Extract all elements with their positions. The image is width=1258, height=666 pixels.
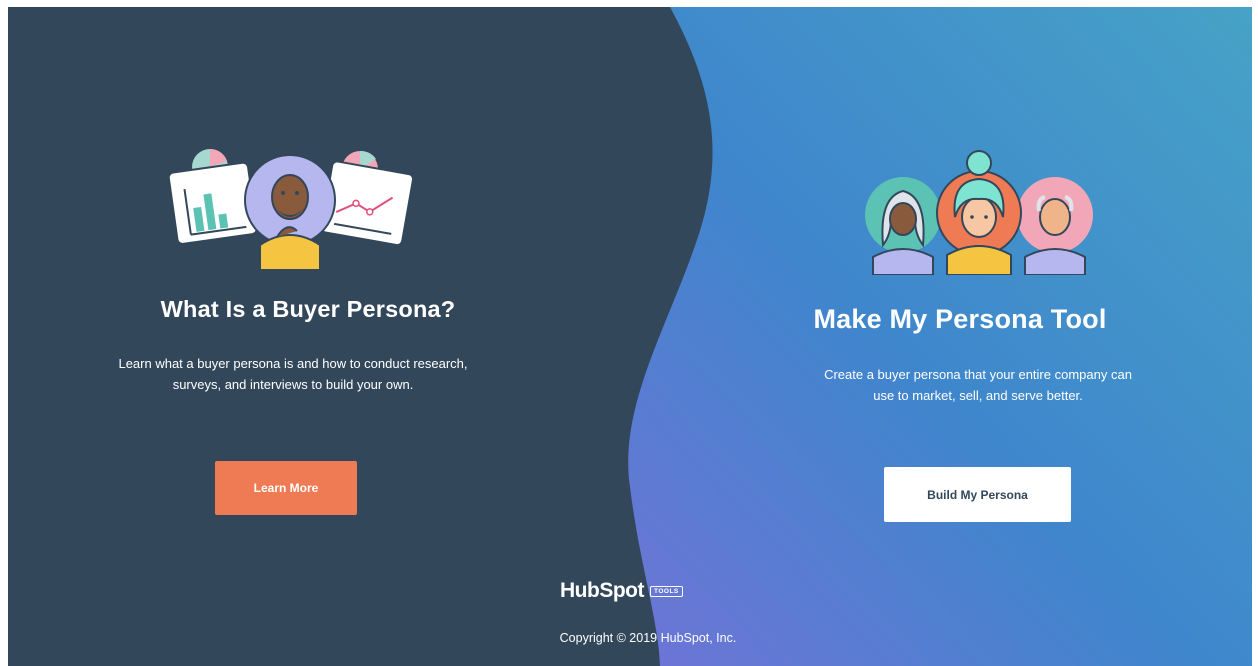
left-panel: What Is a Buyer Persona? Learn what a bu… <box>8 7 608 666</box>
hubspot-logo[interactable]: HubSpot TOOLS <box>560 576 683 606</box>
persona-group-illustration <box>865 150 1093 275</box>
copyright-text: Copyright © 2019 HubSpot, Inc. <box>559 631 737 645</box>
right-panel: Make My Persona Tool Create a buyer pers… <box>668 7 1252 666</box>
buyer-persona-illustration <box>167 148 415 270</box>
build-my-persona-button[interactable]: Build My Persona <box>884 467 1071 522</box>
left-title: What Is a Buyer Persona? <box>160 296 456 322</box>
right-title: Make My Persona Tool <box>813 304 1107 334</box>
learn-more-button[interactable]: Learn More <box>215 461 357 515</box>
page-frame: What Is a Buyer Persona? Learn what a bu… <box>8 7 1252 666</box>
right-description: Create a buyer persona that your entire … <box>824 367 1132 403</box>
hubspot-logo-text: HubSpot <box>560 579 644 602</box>
tools-badge: TOOLS <box>649 585 683 597</box>
left-description: Learn what a buyer persona is and how to… <box>118 356 468 392</box>
